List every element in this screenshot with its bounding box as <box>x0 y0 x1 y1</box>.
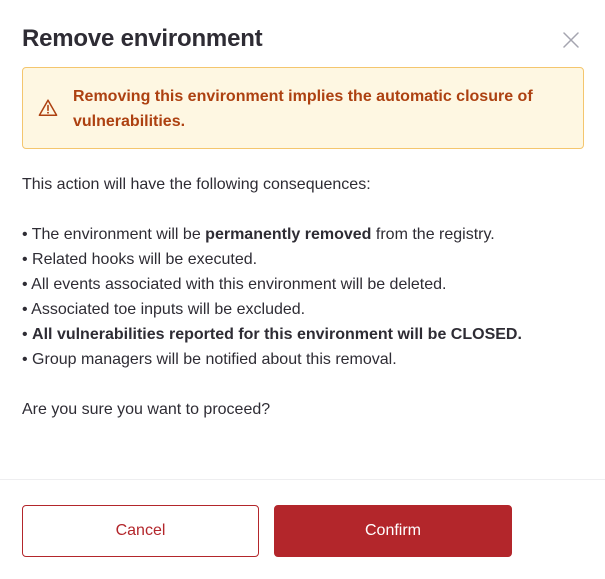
alert-message: Removing this environment implies the au… <box>73 88 533 130</box>
dialog-body: This action will have the following cons… <box>22 172 592 422</box>
dialog-title: Remove environment <box>22 25 263 52</box>
close-button[interactable] <box>560 29 582 51</box>
consequence-item: • All events associated with this enviro… <box>22 276 447 293</box>
warning-alert: Removing this environment implies the au… <box>22 67 584 149</box>
consequences-list: • The environment will be permanently re… <box>22 222 592 372</box>
consequences-intro: This action will have the following cons… <box>22 176 371 193</box>
cancel-button[interactable]: Cancel <box>22 505 259 557</box>
remove-environment-dialog: Remove environment Removing this environ… <box>0 0 605 579</box>
close-icon <box>563 32 579 48</box>
warning-triangle-icon <box>38 99 58 116</box>
consequence-item: • The environment will be permanently re… <box>22 226 495 243</box>
confirm-button[interactable]: Confirm <box>274 505 512 557</box>
footer-divider <box>0 479 605 480</box>
consequence-item: • Related hooks will be executed. <box>22 251 258 268</box>
consequence-item: • Associated toe inputs will be excluded… <box>22 301 306 318</box>
consequence-item: • All vulnerabilities reported for this … <box>22 326 522 343</box>
confirmation-question: Are you sure you want to proceed? <box>22 401 271 418</box>
consequence-item: • Group managers will be notified about … <box>22 351 397 368</box>
